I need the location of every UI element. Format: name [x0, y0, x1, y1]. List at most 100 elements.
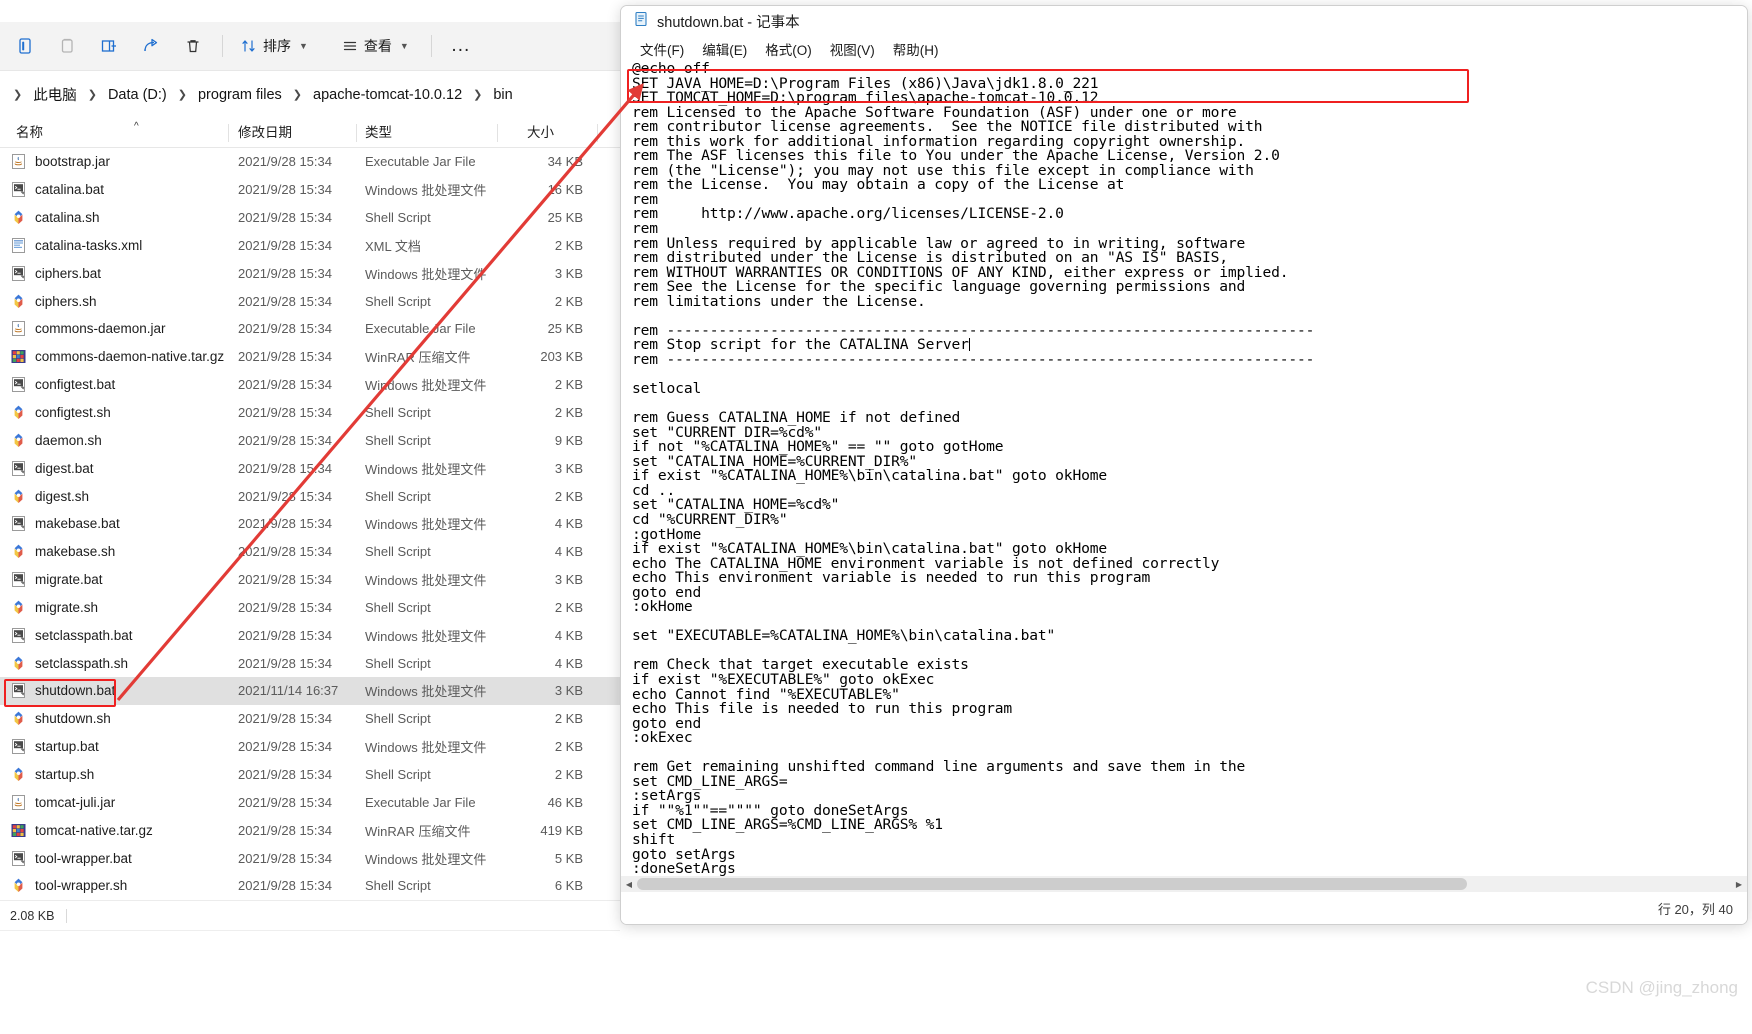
file-name-label: catalina.bat	[35, 182, 105, 198]
new-item-icon[interactable]	[4, 28, 46, 64]
file-row[interactable]: tomcat-native.tar.gz 2021/9/28 15:34 WinRA…	[0, 816, 620, 844]
delete-icon[interactable]	[172, 28, 214, 64]
rename-icon[interactable]	[88, 28, 130, 64]
file-name-cell[interactable]: makebase.bat	[10, 515, 120, 532]
file-name-cell[interactable]: setclasspath.sh	[10, 655, 128, 672]
menu-view[interactable]: 视图(V)	[821, 37, 884, 61]
menu-file[interactable]: 文件(F)	[631, 37, 693, 61]
scroll-right-arrow-icon[interactable]: ▶	[1731, 876, 1747, 892]
breadcrumb-item-3[interactable]: apache-tomcat-10.0.12	[309, 85, 466, 105]
status-size-label: 2.08 KB	[10, 908, 55, 923]
file-row[interactable]: commons-daemon.jar 2021/9/28 15:34 Executa…	[0, 315, 620, 343]
file-row[interactable]: tool-wrapper.sh 2021/9/28 15:34 Shell Scri…	[0, 872, 620, 900]
file-row[interactable]: digest.sh 2021/9/28 15:34 Shell Script 2 KB	[0, 482, 620, 510]
file-row[interactable]: daemon.sh 2021/9/28 15:34 Shell Script 9 KB	[0, 426, 620, 454]
file-name-cell[interactable]: ciphers.bat	[10, 265, 101, 282]
file-name-cell[interactable]: configtest.sh	[10, 404, 111, 421]
file-size-cell: 6 KB	[554, 878, 583, 894]
file-row[interactable]: ciphers.bat 2021/9/28 15:34 Windows 批处理文件 3…	[0, 259, 620, 287]
file-type-cell: Windows 批处理文件	[365, 266, 487, 282]
file-date-cell: 2021/9/28 15:34	[238, 739, 332, 755]
file-name-cell[interactable]: configtest.bat	[10, 376, 115, 393]
file-name-cell[interactable]: commons-daemon-native.tar.gz	[10, 348, 224, 365]
column-header-size[interactable]: 大小	[527, 118, 554, 148]
notepad-content[interactable]: @echo off SET JAVA_HOME=D:\Program Files…	[621, 62, 1731, 894]
file-name-cell[interactable]: digest.bat	[10, 460, 94, 477]
file-row[interactable]: ciphers.sh 2021/9/28 15:34 Shell Script 2 K…	[0, 287, 620, 315]
file-date-cell: 2021/9/28 15:34	[238, 711, 332, 727]
file-name-cell[interactable]: digest.sh	[10, 488, 89, 505]
file-row[interactable]: digest.bat 2021/9/28 15:34 Windows 批处理文件 3 …	[0, 454, 620, 482]
file-row[interactable]: tomcat-juli.jar 2021/9/28 15:34 Executable…	[0, 788, 620, 816]
file-name-cell[interactable]: tomcat-juli.jar	[10, 794, 115, 811]
file-row[interactable]: bootstrap.jar 2021/9/28 15:34 Executable J…	[0, 148, 620, 176]
breadcrumb-item-1[interactable]: Data (D:)	[104, 85, 171, 105]
file-row[interactable]: catalina.sh 2021/9/28 15:34 Shell Script 25…	[0, 204, 620, 232]
file-name-cell[interactable]: catalina-tasks.xml	[10, 237, 142, 254]
menu-edit[interactable]: 编辑(E)	[693, 37, 756, 61]
share-icon[interactable]	[130, 28, 172, 64]
file-name-cell[interactable]: shutdown.sh	[10, 710, 111, 727]
file-row[interactable]: catalina.bat 2021/9/28 15:34 Windows 批处理文件…	[0, 176, 620, 204]
notepad-text-area[interactable]: @echo off SET JAVA_HOME=D:\Program Files…	[621, 62, 1731, 894]
breadcrumb-item-0[interactable]: 此电脑	[29, 82, 81, 107]
notepad-horizontal-scrollbar[interactable]: ◀ ▶	[621, 876, 1747, 892]
file-name-cell[interactable]: tool-wrapper.bat	[10, 850, 132, 867]
file-name-cell[interactable]: catalina.sh	[10, 209, 100, 226]
file-name-cell[interactable]: commons-daemon.jar	[10, 320, 166, 337]
file-row[interactable]: setclasspath.bat 2021/9/28 15:34 Windows 批…	[0, 621, 620, 649]
file-row[interactable]: startup.bat 2021/9/28 15:34 Windows 批处理文件 2…	[0, 733, 620, 761]
view-button[interactable]: 查看 ▼	[332, 29, 419, 63]
breadcrumb[interactable]: ❯ 此电脑 ❯ Data (D:) ❯ program files ❯ apac…	[0, 70, 620, 118]
file-row[interactable]: shutdown.bat 2021/11/14 16:37 Windows 批处理文…	[0, 677, 620, 705]
scroll-left-arrow-icon[interactable]: ◀	[621, 876, 637, 892]
file-row[interactable]: tool-wrapper.bat 2021/9/28 15:34 Windows 批…	[0, 844, 620, 872]
file-row[interactable]: configtest.sh 2021/9/28 15:34 Shell Script…	[0, 399, 620, 427]
sort-button[interactable]: 排序 ▼	[231, 29, 318, 63]
file-name-cell[interactable]: ciphers.sh	[10, 293, 97, 310]
scrollbar-thumb[interactable]	[637, 878, 1467, 890]
file-row[interactable]: catalina-tasks.xml 2021/9/28 15:34 XML 文档 2…	[0, 232, 620, 260]
file-name-cell[interactable]: tool-wrapper.sh	[10, 877, 127, 894]
file-row[interactable]: startup.sh 2021/9/28 15:34 Shell Script 2 K…	[0, 761, 620, 789]
file-list[interactable]: bootstrap.jar 2021/9/28 15:34 Executable J…	[0, 148, 620, 900]
header-divider	[597, 124, 598, 142]
file-size-cell: 4 KB	[554, 516, 583, 532]
more-options-button[interactable]: ...	[440, 29, 482, 63]
file-name-label: makebase.sh	[35, 544, 116, 560]
menu-format[interactable]: 格式(O)	[756, 37, 821, 61]
menu-help[interactable]: 帮助(H)	[884, 37, 948, 61]
file-row[interactable]: migrate.sh 2021/9/28 15:34 Shell Script 2 K…	[0, 594, 620, 622]
file-row[interactable]: shutdown.sh 2021/9/28 15:34 Shell Script 2 …	[0, 705, 620, 733]
column-header-name[interactable]: 名称	[16, 118, 43, 148]
file-name-cell[interactable]: tomcat-native.tar.gz	[10, 822, 153, 839]
copy-icon[interactable]	[46, 28, 88, 64]
file-row[interactable]: commons-daemon-native.tar.gz 2021/9/28 15…	[0, 343, 620, 371]
file-date-cell: 2021/9/28 15:34	[238, 655, 332, 671]
breadcrumb-item-4[interactable]: bin	[489, 85, 516, 105]
file-name-cell[interactable]: shutdown.bat	[10, 682, 115, 699]
file-name-cell[interactable]: migrate.sh	[10, 599, 98, 616]
column-header-date[interactable]: 修改日期	[238, 118, 292, 148]
file-name-cell[interactable]: startup.sh	[10, 766, 94, 783]
breadcrumb-sep: ❯	[292, 89, 303, 101]
file-row[interactable]: migrate.bat 2021/9/28 15:34 Windows 批处理文件 3…	[0, 566, 620, 594]
file-name-cell[interactable]: catalina.bat	[10, 181, 104, 198]
file-row[interactable]: setclasspath.sh 2021/9/28 15:34 Shell Scri…	[0, 649, 620, 677]
notepad-titlebar[interactable]: shutdown.bat - 记事本	[621, 6, 1747, 36]
file-name-label: tool-wrapper.sh	[35, 878, 128, 894]
file-type-cell: Executable Jar File	[365, 321, 476, 337]
file-name-cell[interactable]: daemon.sh	[10, 432, 102, 449]
file-row[interactable]: makebase.sh 2021/9/28 15:34 Shell Script 4 …	[0, 538, 620, 566]
breadcrumb-item-2[interactable]: program files	[194, 85, 286, 105]
file-row[interactable]: makebase.bat 2021/9/28 15:34 Windows 批处理文件…	[0, 510, 620, 538]
column-header-type[interactable]: 类型	[365, 118, 392, 148]
file-name-cell[interactable]: makebase.sh	[10, 543, 115, 560]
file-name-cell[interactable]: startup.bat	[10, 738, 99, 755]
sh-icon	[10, 599, 27, 616]
file-name-cell[interactable]: bootstrap.jar	[10, 153, 110, 170]
file-row[interactable]: configtest.bat 2021/9/28 15:34 Windows 批处理…	[0, 371, 620, 399]
file-name-cell[interactable]: setclasspath.bat	[10, 627, 133, 644]
breadcrumb-sep: ❯	[87, 89, 97, 101]
file-name-cell[interactable]: migrate.bat	[10, 571, 103, 588]
